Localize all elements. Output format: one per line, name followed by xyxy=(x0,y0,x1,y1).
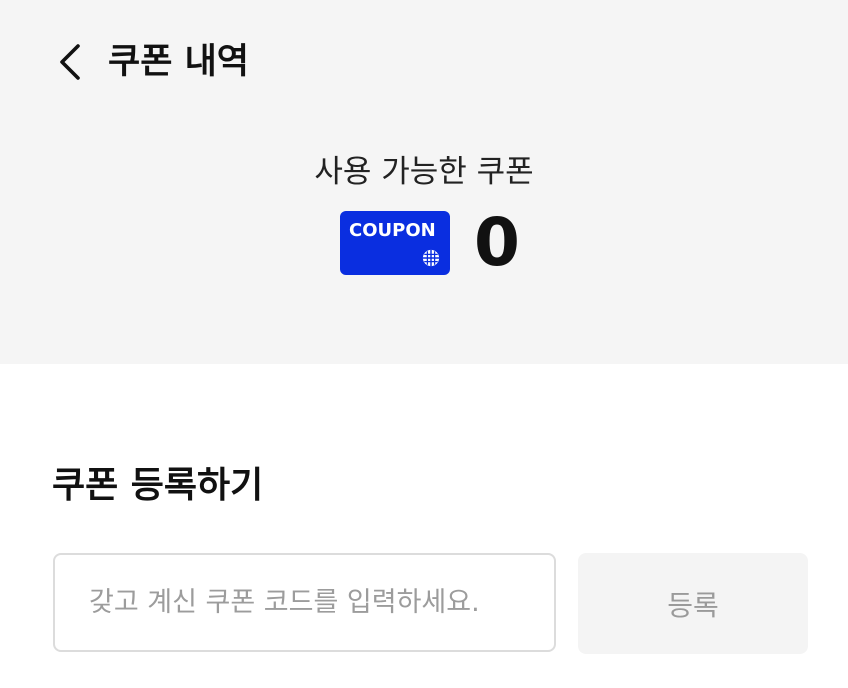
available-coupon-label: 사용 가능한 쿠폰 xyxy=(314,154,534,190)
coupon-badge: COUPON xyxy=(340,211,450,275)
chevron-left-icon xyxy=(60,44,80,80)
register-coupon-title: 쿠폰 등록하기 xyxy=(52,465,264,506)
coupon-code-input[interactable] xyxy=(53,553,556,652)
header: 쿠폰 내역 xyxy=(0,30,848,94)
available-coupon-count: 0 xyxy=(474,204,520,281)
back-button[interactable] xyxy=(50,40,90,84)
globe-icon xyxy=(422,249,440,267)
register-button[interactable]: 등록 xyxy=(578,553,808,654)
coupon-summary-panel: 쿠폰 내역 사용 가능한 쿠폰 COUPON 0 xyxy=(0,0,848,364)
available-coupon-summary: 사용 가능한 쿠폰 COUPON 0 xyxy=(0,150,848,278)
coupon-badge-text: COUPON xyxy=(349,220,436,241)
available-coupon-row: COUPON 0 xyxy=(340,208,520,278)
page-title: 쿠폰 내역 xyxy=(108,42,249,82)
